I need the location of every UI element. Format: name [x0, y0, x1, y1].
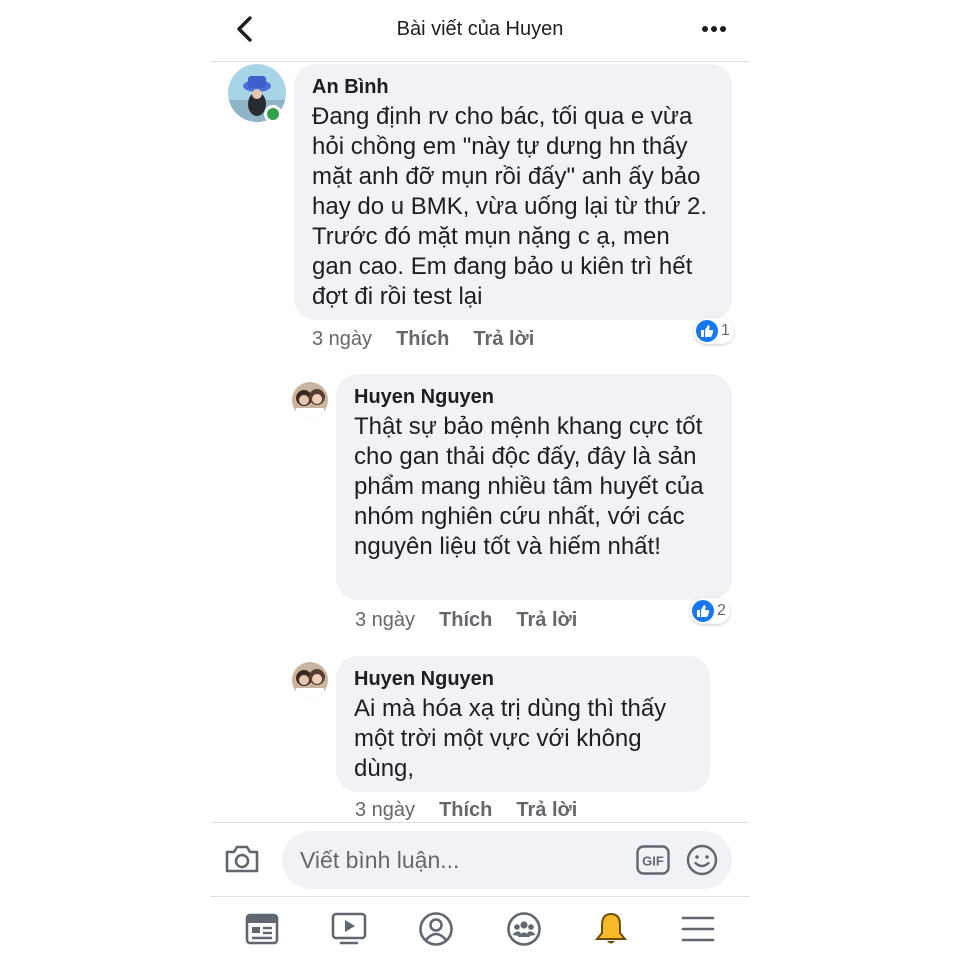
online-status-dot — [264, 105, 282, 123]
notifications-bell-icon — [594, 912, 628, 943]
profile-icon — [419, 911, 454, 946]
nav-menu[interactable] — [673, 904, 723, 954]
nav-profile[interactable] — [411, 904, 461, 954]
like-reaction-icon — [696, 320, 718, 342]
nav-groups[interactable] — [499, 904, 549, 954]
comment-time: 3 ngày — [355, 799, 416, 821]
more-options-button[interactable] — [696, 14, 732, 44]
top-bar: Bài viết của Huyen — [210, 0, 750, 62]
gif-icon: GIF — [636, 845, 670, 875]
nav-notifications[interactable] — [586, 904, 636, 954]
comment-author[interactable]: Huyen Nguyen — [354, 386, 714, 408]
avatar-image — [292, 662, 328, 698]
like-button[interactable]: Thích — [439, 799, 492, 822]
comment-bubble[interactable]: Huyen Nguyen Thật sự bảo mệnh khang cực … — [336, 374, 732, 600]
reply-button[interactable]: Trả lời — [516, 799, 577, 822]
comment-bubble[interactable]: An Bình Đang định rv cho bác, tối qua e … — [294, 64, 732, 320]
reply-button[interactable]: Trả lời — [516, 609, 577, 632]
menu-icon — [681, 916, 715, 941]
reaction-number: 1 — [721, 322, 730, 339]
more-horizontal-icon — [702, 26, 726, 32]
emoji-button[interactable] — [684, 842, 720, 878]
like-reaction-icon — [692, 600, 714, 622]
comment-author[interactable]: An Bình — [312, 76, 714, 98]
comment-text: Đang định rv cho bác, tối qua e vừa hỏi … — [312, 103, 708, 310]
news-feed-icon — [245, 913, 278, 944]
comment-actions: 3 ngày Thích Trả lời — [355, 799, 577, 822]
camera-button[interactable] — [222, 839, 262, 879]
bottom-navigation — [210, 896, 750, 960]
comment-time: 3 ngày — [355, 609, 416, 631]
reaction-count[interactable]: 1 — [694, 318, 734, 344]
avatar[interactable] — [292, 662, 328, 698]
comment-actions: 3 ngày Thích Trả lời — [355, 609, 577, 632]
reaction-count[interactable]: 2 — [690, 598, 730, 624]
comment-input-container: GIF — [282, 831, 732, 889]
like-button[interactable]: Thích — [396, 328, 449, 351]
avatar[interactable] — [292, 382, 328, 418]
reaction-number: 2 — [717, 602, 726, 619]
comment-time: 3 ngày — [312, 328, 373, 350]
watch-video-icon — [331, 912, 367, 944]
comment-composer: GIF — [210, 822, 750, 896]
gif-button[interactable]: GIF — [636, 843, 670, 877]
comment-author[interactable]: Huyen Nguyen — [354, 668, 692, 690]
comment-text: Ai mà hóa xạ trị dùng thì thấy một trời … — [354, 695, 667, 782]
comment-bubble[interactable]: Huyen Nguyen Ai mà hóa xạ trị dùng thì t… — [336, 656, 710, 792]
nav-news-feed[interactable] — [237, 904, 287, 954]
reply-button[interactable]: Trả lời — [473, 328, 534, 351]
groups-icon — [506, 911, 541, 946]
comment-input[interactable] — [300, 831, 620, 889]
comment-text: Thật sự bảo mệnh khang cực tốt cho gan t… — [354, 413, 704, 560]
gif-label: GIF — [642, 854, 664, 869]
post-comments-screen: Bài viết của Huyen An Bình Đang định rv … — [210, 0, 750, 960]
avatar-image — [292, 382, 328, 418]
nav-watch[interactable] — [324, 904, 374, 954]
comment-actions: 3 ngày Thích Trả lời — [312, 328, 534, 351]
smiley-icon — [686, 844, 718, 876]
page-title: Bài viết của Huyen — [396, 18, 564, 40]
camera-icon — [225, 845, 259, 873]
like-button[interactable]: Thích — [439, 609, 492, 632]
